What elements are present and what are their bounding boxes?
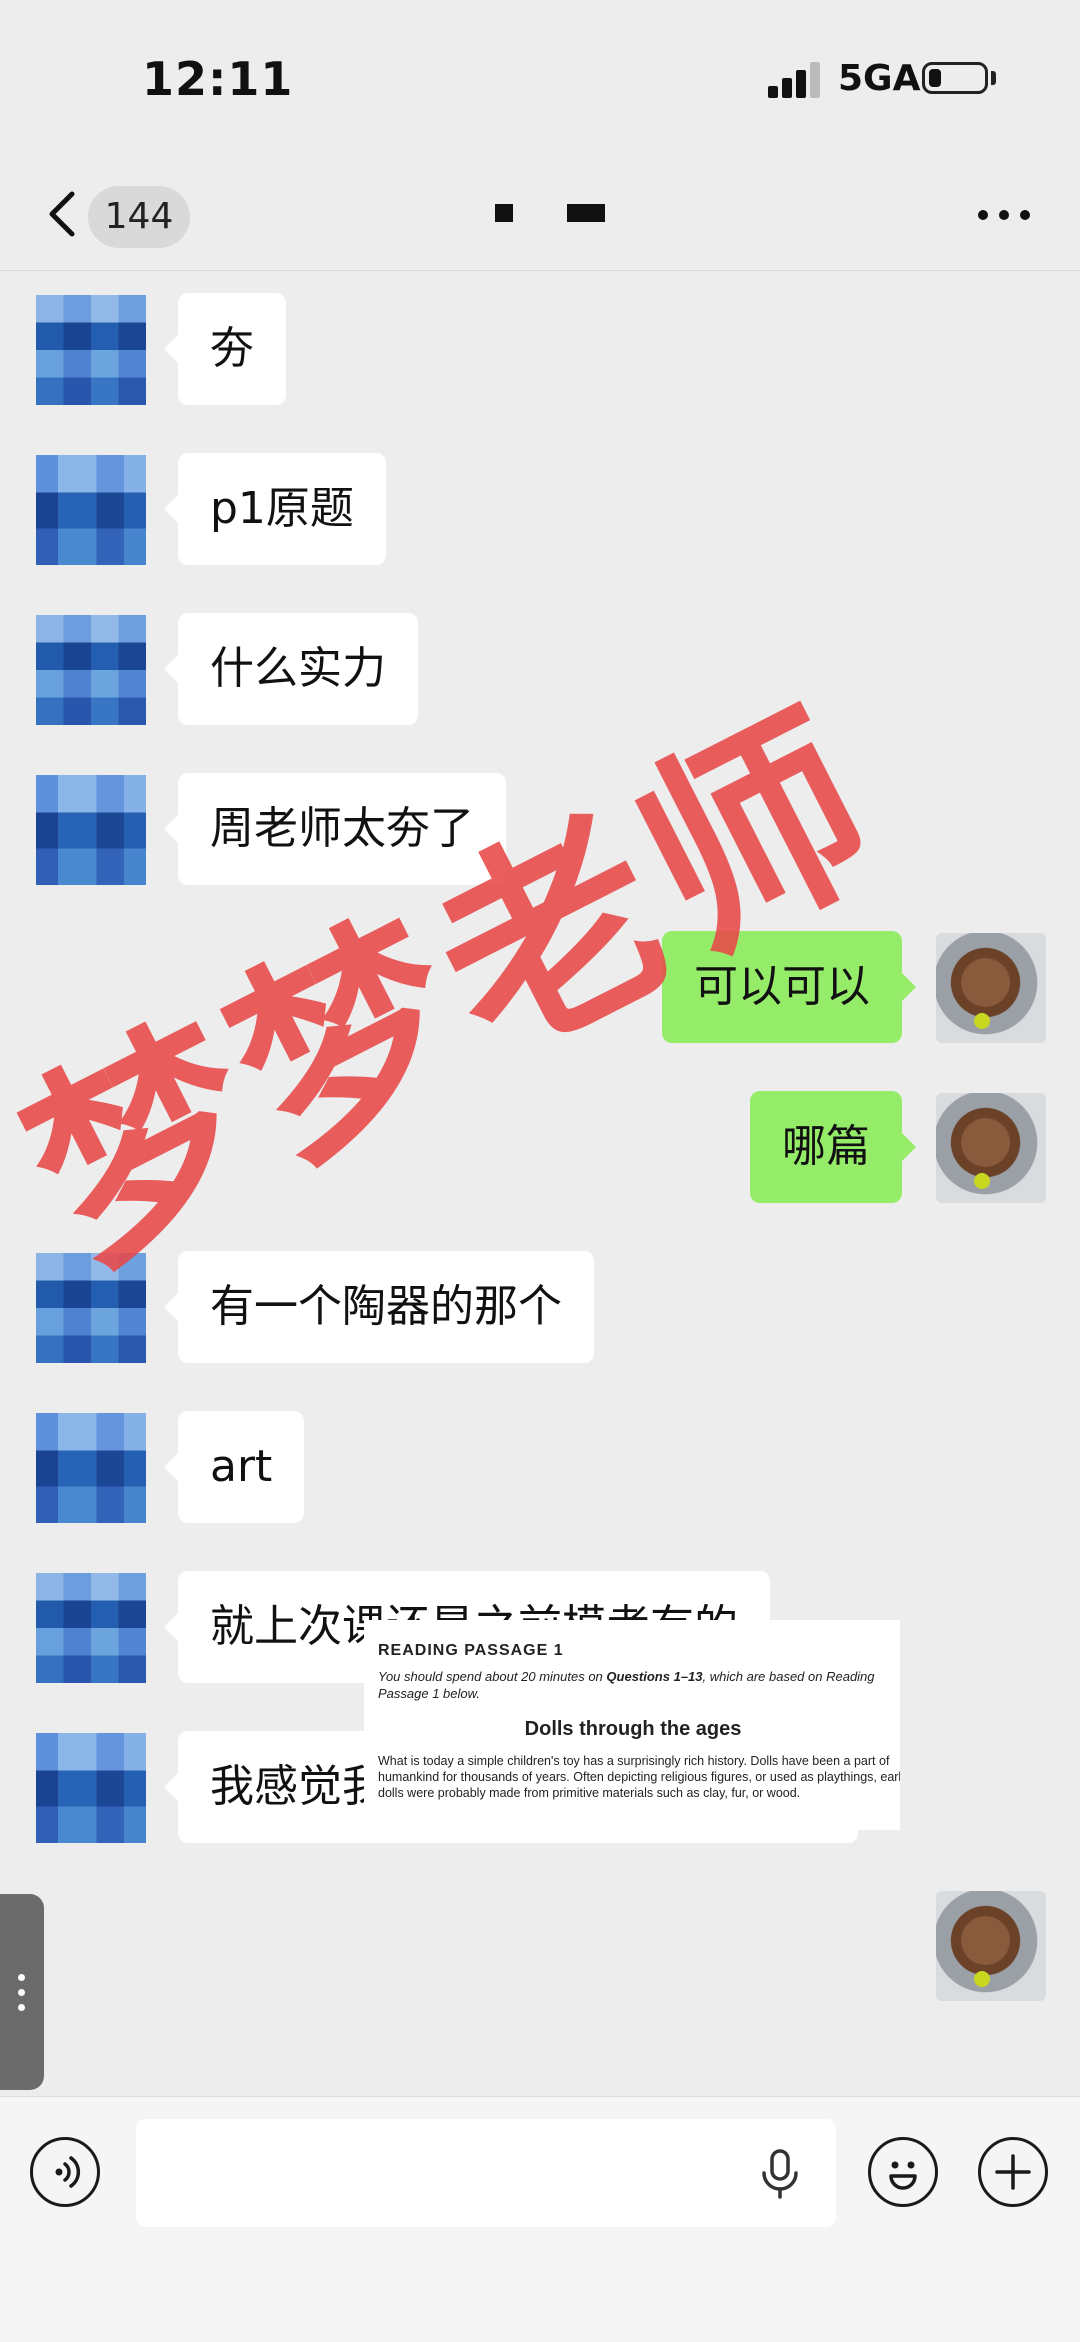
own-avatar[interactable] [936, 1891, 1046, 2001]
voice-icon [55, 2156, 81, 2188]
document-title: Dolls through the ages [524, 1718, 742, 1740]
more-features-button[interactable] [978, 2137, 1048, 2207]
sender-avatar[interactable] [36, 1733, 146, 1843]
document-heading: READING PASSAGE 1 [378, 1642, 564, 1659]
emoji-icon [889, 2161, 917, 2190]
message-row: p1原题 [0, 431, 1080, 565]
document-instruction: You should spend about 20 minutes on Que… [378, 1669, 875, 1701]
chat-title-redacted [495, 196, 615, 236]
voice-input-button[interactable] [30, 2137, 100, 2207]
sender-avatar[interactable] [36, 1413, 146, 1523]
microphone-icon[interactable] [758, 2149, 802, 2199]
received-message-bubble[interactable]: p1原题 [164, 453, 386, 565]
plus-icon [995, 2154, 1031, 2190]
unread-count-badge[interactable]: 144 [88, 186, 190, 248]
message-row: 哪篇 [0, 1069, 1080, 1203]
network-type: 5GA [838, 58, 921, 99]
sent-message-bubble[interactable]: 可以可以 [662, 931, 916, 1043]
document-body: What is today a simple children's toy ha… [378, 1754, 900, 1800]
message-row: 可以可以 [0, 909, 1080, 1043]
signal-icon [768, 60, 824, 98]
own-avatar[interactable] [936, 1093, 1046, 1203]
status-bar: 12:11 5GA [0, 0, 1080, 160]
back-icon[interactable] [42, 184, 82, 244]
sender-avatar[interactable] [36, 295, 146, 405]
message-input-bar [0, 2096, 1080, 2342]
received-message-bubble[interactable]: art [163, 1411, 305, 1523]
message-row: 有一个陶器的那个 [0, 1229, 1080, 1363]
received-message-bubble[interactable]: 夯 [164, 293, 286, 405]
battery-icon [922, 62, 988, 94]
message-text-input[interactable] [136, 2119, 836, 2227]
shared-document-image[interactable]: READING PASSAGE 1 You should spend about… [364, 1620, 900, 1830]
more-options-icon[interactable] [976, 204, 1032, 224]
message-row: 周老师太夯了 [0, 751, 1080, 885]
own-avatar[interactable] [936, 933, 1046, 1043]
emoji-button[interactable] [868, 2137, 938, 2207]
status-time: 12:11 [142, 52, 294, 106]
sender-avatar[interactable] [36, 615, 146, 725]
message-row: 夯 [0, 271, 1080, 405]
sent-message-bubble[interactable]: 哪篇 [750, 1091, 916, 1203]
sender-avatar[interactable] [36, 1253, 146, 1363]
sender-avatar[interactable] [36, 455, 146, 565]
received-message-bubble[interactable]: 什么实力 [164, 613, 418, 725]
sender-avatar[interactable] [36, 775, 146, 885]
received-message-bubble[interactable]: 周老师太夯了 [164, 773, 506, 885]
chat-header: 144 [0, 160, 1080, 271]
floating-side-tab[interactable] [0, 1894, 44, 2090]
message-row: art [0, 1389, 1080, 1523]
sender-avatar[interactable] [36, 1573, 146, 1683]
received-message-bubble[interactable]: 有一个陶器的那个 [164, 1251, 594, 1363]
message-row: 什么实力 [0, 591, 1080, 725]
